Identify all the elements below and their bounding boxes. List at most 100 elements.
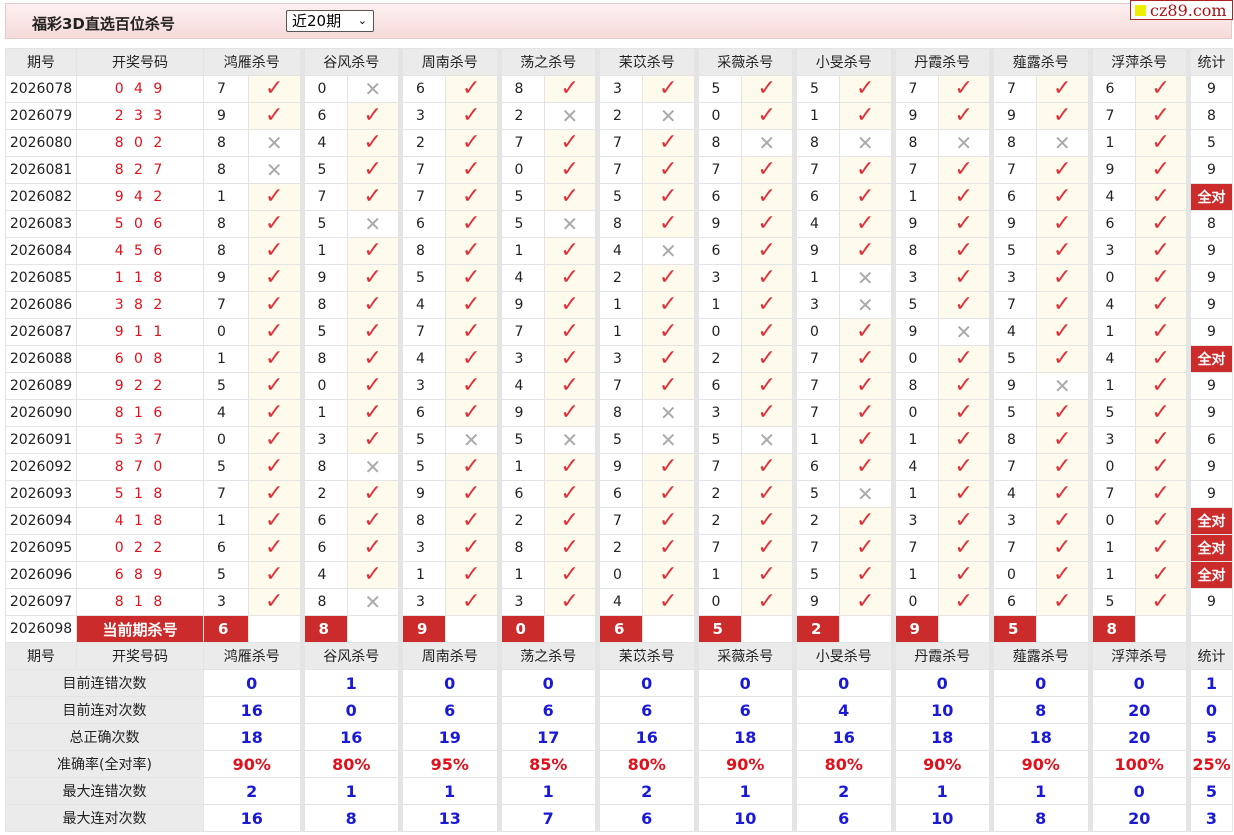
draw-number: 8 7 0 — [76, 453, 204, 481]
kill-number: 1 — [794, 426, 840, 454]
result-cell: ✓ — [839, 102, 896, 130]
kill-number: 6 — [1089, 75, 1136, 103]
result-cell: ✕ — [839, 264, 896, 292]
issue-number: 2026098 — [5, 615, 77, 643]
cross-icon: ✕ — [561, 211, 579, 236]
check-icon: ✓ — [1151, 373, 1170, 398]
result-cell: ✓ — [543, 318, 600, 346]
kill-number: 5 — [794, 75, 840, 103]
result-cell: ✓ — [1036, 156, 1093, 184]
check-icon: ✓ — [560, 238, 579, 263]
stats-value: 2 — [203, 777, 305, 805]
check-icon: ✓ — [1151, 454, 1170, 479]
check-icon: ✓ — [659, 454, 678, 479]
kill-number: 0 — [695, 102, 742, 130]
result-cell: ✕ — [346, 75, 403, 103]
check-icon: ✓ — [856, 103, 875, 128]
kill-number: 5 — [892, 291, 939, 319]
result-cell: ✕ — [839, 129, 896, 157]
check-icon: ✓ — [1151, 535, 1170, 560]
check-icon: ✓ — [1053, 76, 1072, 101]
kill-number: 6 — [301, 102, 348, 130]
kill-number: 1 — [203, 183, 249, 211]
check-icon: ✓ — [954, 184, 973, 209]
table-row: 2026097 8 1 8 3 ✓ 8 ✕ 3 ✓ 3 ✓ 4 ✓ 0 ✓ 9 ✓ 0 ✓ 6 ✓ 5 ✓ 9 — [5, 588, 1233, 616]
kill-number: 7 — [400, 183, 446, 211]
result-cell: ✓ — [1036, 237, 1093, 265]
table-row: 2026096 6 8 9 5 ✓ 4 ✓ 1 ✓ 1 ✓ 0 ✓ 1 ✓ 5 ✓ 1 ✓ 0 ✓ 1 ✓ 全对 — [5, 561, 1233, 589]
cross-icon: ✕ — [364, 211, 382, 236]
stats-row: 最大连对次数 16 8 13 7 6 10 6 10 8 20 3 — [5, 804, 1233, 832]
kill-number: 8 — [400, 237, 446, 265]
kill-number: 6 — [498, 480, 545, 508]
check-icon: ✓ — [265, 481, 284, 506]
site-logo[interactable]: cz89.com — [1130, 0, 1233, 20]
kill-number: 3 — [498, 345, 545, 373]
stats-value: 18 — [991, 723, 1093, 751]
result-cell: ✓ — [839, 345, 896, 373]
draw-number: 0 4 9 — [76, 75, 204, 103]
kill-number: 8 — [203, 156, 249, 184]
result-cell: ✓ — [1134, 534, 1191, 562]
result-cell: ✓ — [1036, 588, 1093, 616]
kill-number: 1 — [301, 237, 348, 265]
result-cell: ✓ — [346, 561, 403, 589]
check-icon: ✓ — [1151, 346, 1170, 371]
result-cell: ✓ — [937, 399, 994, 427]
kill-number: 6 — [991, 588, 1037, 616]
period-select[interactable]: 近20期 ⌄ — [286, 10, 374, 32]
table-row: 2026081 8 2 7 8 ✕ 5 ✓ 7 ✓ 0 ✓ 7 ✓ 7 ✓ 7 ✓ 7 ✓ 7 ✓ 9 ✓ 9 — [5, 156, 1233, 184]
result-cell: ✕ — [839, 291, 896, 319]
result-cell: ✓ — [445, 102, 502, 130]
result-cell: ✓ — [1036, 561, 1093, 589]
result-cell: ✕ — [543, 426, 600, 454]
result-cell: ✓ — [248, 75, 305, 103]
stats-value: 18 — [892, 723, 994, 751]
result-cell: ✓ — [445, 210, 502, 238]
kill-number: 3 — [400, 372, 446, 400]
check-icon: ✓ — [1151, 238, 1170, 263]
result-cell: ✓ — [445, 237, 502, 265]
check-icon: ✓ — [954, 562, 973, 587]
result-cell: ✓ — [346, 426, 403, 454]
kill-number: 5 — [203, 561, 249, 589]
check-icon: ✓ — [265, 589, 284, 614]
kill-number: 2 — [498, 507, 545, 535]
result-cell: ✓ — [839, 75, 896, 103]
kill-number: 3 — [498, 588, 545, 616]
stats-value: 17 — [498, 723, 600, 751]
table-row: 2026080 8 0 2 8 ✕ 4 ✓ 2 ✓ 7 ✓ 7 ✓ 8 ✕ 8 ✕ 8 ✕ 8 ✕ 1 ✓ 5 — [5, 129, 1233, 157]
result-cell: ✓ — [543, 480, 600, 508]
kill-number: 7 — [597, 129, 643, 157]
check-icon: ✓ — [954, 238, 973, 263]
stats-value: 1 — [892, 777, 994, 805]
check-icon: ✓ — [560, 265, 579, 290]
cross-icon: ✕ — [856, 130, 874, 155]
column-header-draw: 开奖号码 — [76, 642, 204, 670]
result-cell: ✓ — [543, 183, 600, 211]
result-cell: ✓ — [740, 399, 797, 427]
result-cell: ✓ — [740, 534, 797, 562]
check-icon: ✓ — [265, 76, 284, 101]
result-cell: ✓ — [346, 345, 403, 373]
stats-value: 6 — [597, 696, 699, 724]
check-icon: ✓ — [560, 589, 579, 614]
result-cell: ✓ — [937, 372, 994, 400]
stats-value: 20 — [1089, 696, 1191, 724]
kill-number-table: 期号 开奖号码 鸿雁杀号 谷风杀号 周南杀号 荡之杀号 苿苡杀号 采薇杀号 小旻杀号 丹霞杀号 薤露… — [5, 48, 1233, 832]
check-icon: ✓ — [363, 157, 382, 182]
column-header-predictor: 丹霞杀号 — [892, 48, 994, 76]
column-header-stat: 统计 — [1188, 642, 1233, 670]
check-icon: ✓ — [954, 454, 973, 479]
result-cell: ✓ — [445, 345, 502, 373]
kill-number: 0 — [1089, 507, 1136, 535]
row-stat: 全对 — [1188, 183, 1233, 211]
kill-number: 9 — [695, 210, 742, 238]
kill-number: 9 — [400, 480, 446, 508]
kill-number: 6 — [794, 453, 840, 481]
kill-number: 3 — [695, 264, 742, 292]
check-icon: ✓ — [856, 589, 875, 614]
current-row: 2026098 当前期杀号 6 8 9 0 6 5 2 9 5 8 — [5, 615, 1233, 643]
check-icon: ✓ — [363, 346, 382, 371]
draw-number: 4 5 6 — [76, 237, 204, 265]
